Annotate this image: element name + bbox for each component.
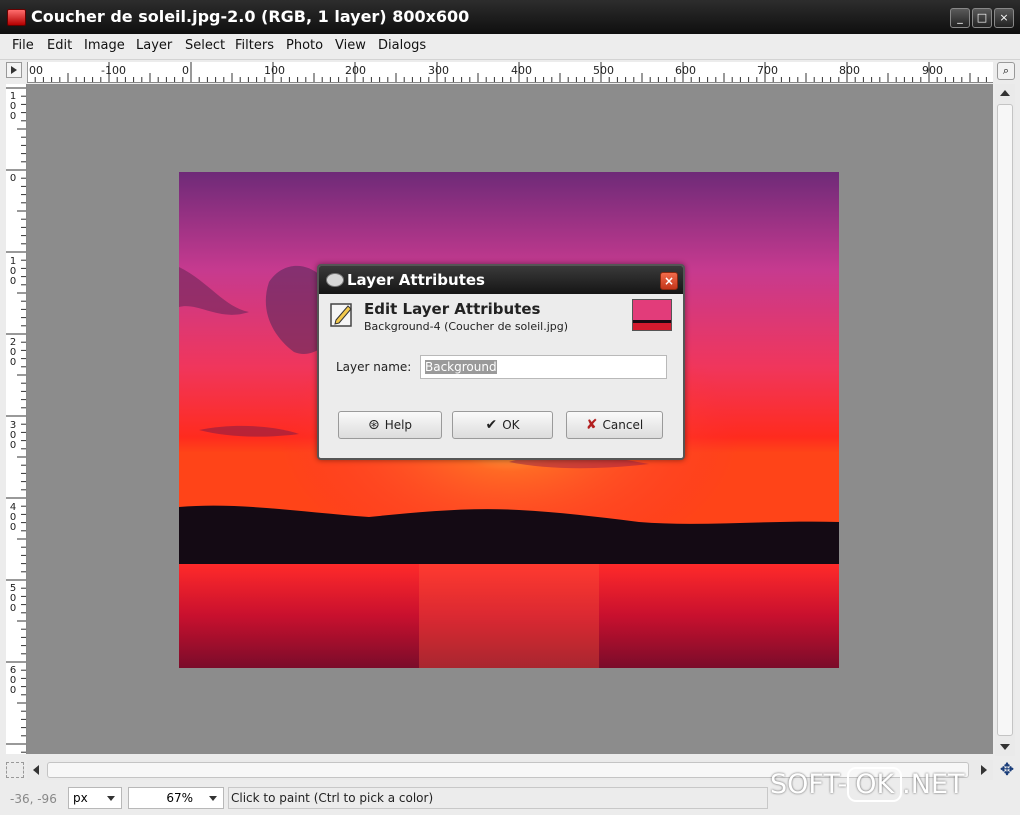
menu-image[interactable]: Image — [84, 38, 125, 53]
vruler-label: 5 0 0 — [9, 583, 17, 614]
zoom-select[interactable]: 67% — [128, 787, 224, 809]
horizontal-ruler[interactable]: 00 -100 0 100 200 300 400 500 600 700 80… — [27, 62, 993, 83]
menu-file[interactable]: File — [12, 38, 34, 53]
layer-name-input[interactable]: Background — [420, 355, 667, 379]
navigate-icon[interactable]: ⌕ — [997, 62, 1015, 80]
watermark-left: SOFT- — [770, 769, 848, 800]
quick-mask-icon[interactable] — [6, 762, 24, 778]
cancel-label: Cancel — [602, 418, 644, 432]
layer-thumbnail — [632, 299, 672, 331]
hruler-label: 200 — [345, 64, 366, 77]
minimize-button[interactable]: _ — [950, 8, 970, 28]
hruler-label: 700 — [757, 64, 778, 77]
vruler-label: 3 0 0 — [9, 420, 17, 451]
menu-filters[interactable]: Filters — [235, 38, 274, 53]
menu-edit[interactable]: Edit — [47, 38, 72, 53]
thumbnail-image — [633, 300, 671, 330]
maximize-button[interactable]: □ — [972, 8, 992, 28]
vruler-label: 0 — [9, 173, 17, 184]
watermark-right: .NET — [902, 769, 965, 800]
hruler-label: 400 — [511, 64, 532, 77]
ok-button[interactable]: ✔ OK — [452, 411, 553, 439]
menu-dialogs[interactable]: Dialogs — [378, 38, 426, 53]
dialog-eye-icon — [326, 273, 344, 287]
dialog-title: Layer Attributes — [347, 271, 485, 289]
scroll-up-icon[interactable] — [1000, 90, 1010, 96]
window-title: Coucher de soleil.jpg-2.0 (RGB, 1 layer)… — [31, 7, 470, 26]
menu-bar: File Edit Image Layer Select Filters Pho… — [0, 34, 1020, 60]
hruler-label: 900 — [922, 64, 943, 77]
chevron-down-icon — [209, 796, 217, 801]
move-icon[interactable]: ✥ — [997, 760, 1017, 780]
chevron-down-icon — [107, 796, 115, 801]
dialog-subtitle: Background-4 (Coucher de soleil.jpg) — [364, 320, 569, 333]
hruler-label: 800 — [839, 64, 860, 77]
menu-layer[interactable]: Layer — [136, 38, 172, 53]
watermark-box: OK — [847, 767, 903, 802]
ok-label: OK — [502, 418, 520, 432]
vruler-label: 6 0 0 — [9, 665, 17, 696]
hruler-label: 600 — [675, 64, 696, 77]
ok-icon: ✔ — [485, 417, 498, 433]
status-message: Click to paint (Ctrl to pick a color) — [228, 787, 768, 809]
help-button[interactable]: ⊛ Help — [338, 411, 442, 439]
vertical-scrollbar[interactable] — [995, 84, 1015, 756]
menu-view[interactable]: View — [335, 38, 366, 53]
dialog-title-bar[interactable]: Layer Attributes × — [319, 266, 683, 294]
cancel-button[interactable]: ✘ Cancel — [566, 411, 663, 439]
hruler-label: 500 — [593, 64, 614, 77]
vruler-label: 1 0 0 — [9, 91, 17, 122]
vruler-label: 1 0 0 — [9, 256, 17, 287]
vruler-label: 4 0 0 — [9, 502, 17, 533]
ruler-corner-icon[interactable] — [6, 62, 22, 78]
title-bar: Coucher de soleil.jpg-2.0 (RGB, 1 layer)… — [0, 0, 1020, 34]
menu-photo[interactable]: Photo — [286, 38, 323, 53]
hruler-label: 300 — [428, 64, 449, 77]
scroll-right-icon[interactable] — [981, 765, 987, 775]
units-select[interactable]: px — [68, 787, 122, 809]
menu-select[interactable]: Select — [185, 38, 225, 53]
scroll-down-icon[interactable] — [1000, 744, 1010, 750]
zoom-value: 67% — [166, 791, 193, 805]
hruler-label: 0 — [182, 64, 189, 77]
layer-attributes-dialog: Layer Attributes × Edit Layer Attributes… — [317, 264, 685, 460]
dialog-heading: Edit Layer Attributes — [364, 300, 541, 318]
layer-name-value: Background — [425, 360, 497, 374]
vruler-label: 2 0 0 — [9, 337, 17, 368]
vertical-ruler[interactable]: 1 0 0 0 1 0 0 2 0 0 3 0 0 4 0 0 5 0 0 6 … — [6, 84, 27, 754]
watermark: SOFT- OK .NET — [770, 767, 965, 802]
scroll-left-icon[interactable] — [33, 765, 39, 775]
dialog-close-button[interactable]: × — [660, 272, 678, 290]
cancel-icon: ✘ — [585, 417, 598, 433]
pointer-coordinates: -36, -96 — [10, 792, 57, 806]
hruler-label: -100 — [101, 64, 126, 77]
hruler-label: 100 — [264, 64, 285, 77]
vertical-ruler-ticks — [6, 87, 26, 753]
close-button[interactable]: × — [994, 8, 1014, 28]
vertical-scroll-thumb[interactable] — [997, 104, 1013, 736]
units-value: px — [73, 791, 88, 805]
hruler-label: 00 — [29, 64, 43, 77]
app-icon — [7, 9, 26, 26]
help-label: Help — [384, 418, 413, 432]
edit-pencil-icon — [330, 303, 352, 327]
help-icon: ⊛ — [367, 417, 380, 433]
layer-name-label: Layer name: — [336, 360, 412, 374]
